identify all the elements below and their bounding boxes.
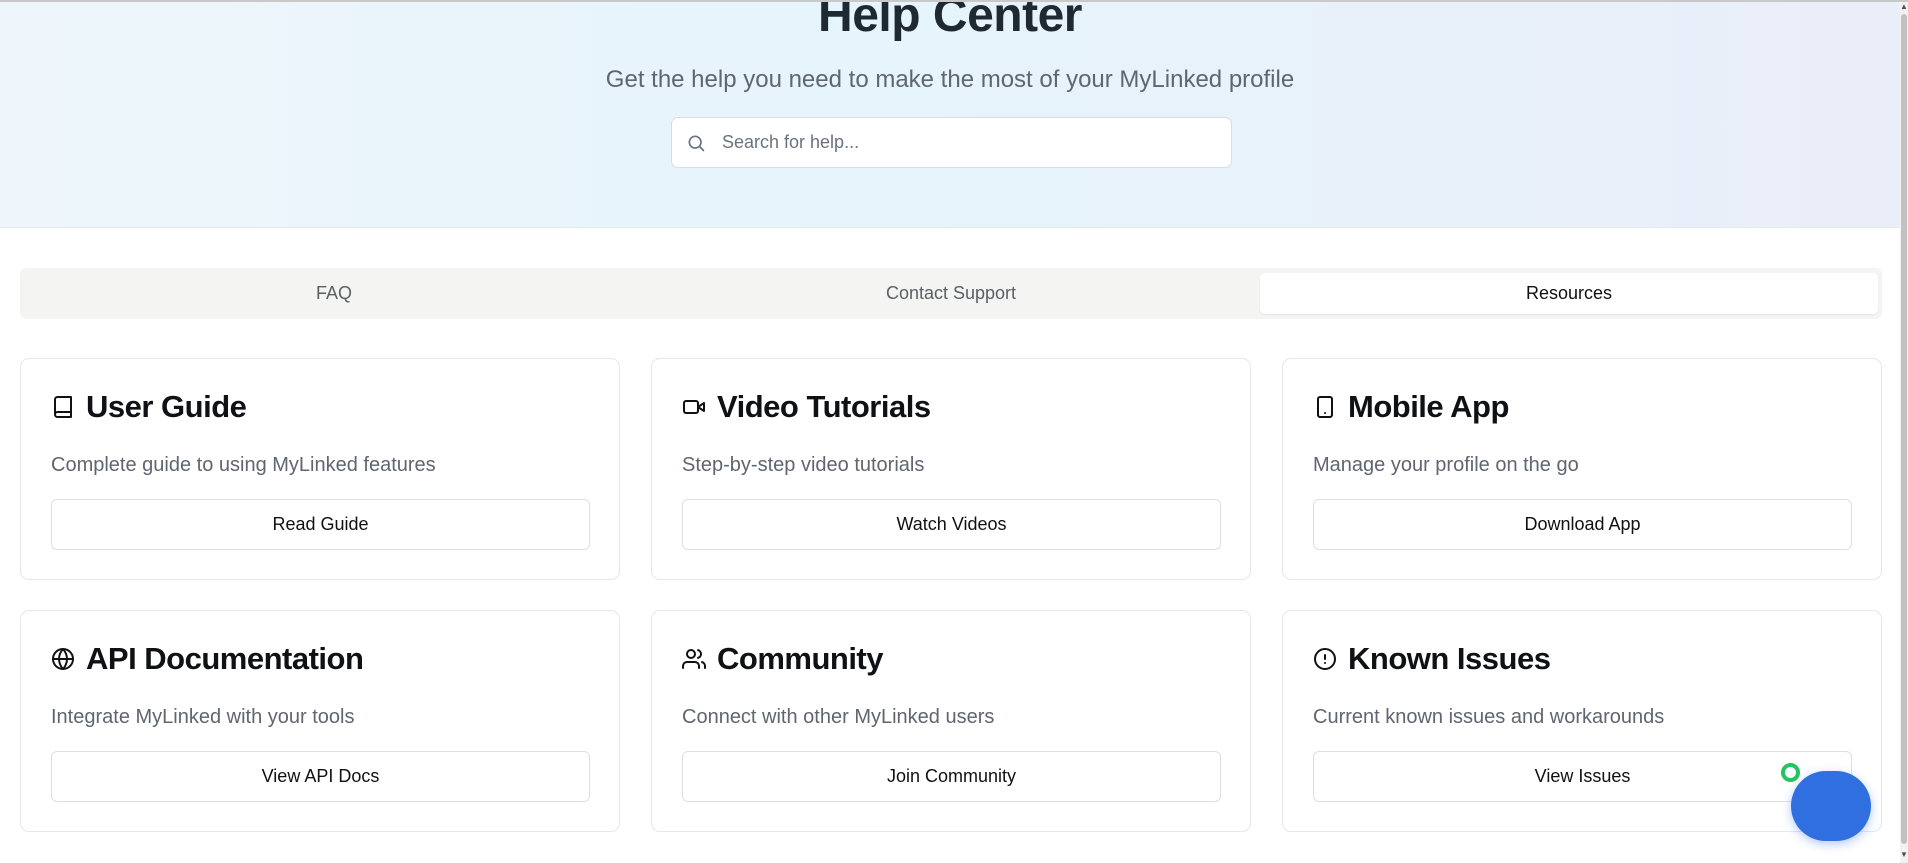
view-api-docs-button[interactable]: View API Docs bbox=[51, 751, 590, 802]
tab-resources[interactable]: Resources bbox=[1260, 273, 1878, 314]
chat-button[interactable] bbox=[1791, 771, 1871, 841]
read-guide-button[interactable]: Read Guide bbox=[51, 499, 590, 550]
card-header: Video Tutorials bbox=[682, 387, 931, 427]
scroll-down-arrow-icon[interactable]: ▼ bbox=[1900, 850, 1908, 860]
download-app-button[interactable]: Download App bbox=[1313, 499, 1852, 550]
card-title: Known Issues bbox=[1348, 641, 1551, 676]
help-tabs: FAQ Contact Support Resources bbox=[20, 268, 1882, 319]
resource-card-community: Community Connect with other MyLinked us… bbox=[651, 610, 1251, 832]
globe-icon bbox=[52, 648, 74, 670]
search-icon bbox=[688, 135, 705, 152]
online-status-indicator bbox=[1781, 763, 1800, 782]
hero-section: Help Center Get the help you need to mak… bbox=[0, 2, 1900, 228]
scroll-up-arrow-icon[interactable]: ▲ bbox=[1900, 2, 1908, 12]
page-title: Help Center bbox=[818, 2, 1082, 42]
card-header: User Guide bbox=[51, 387, 247, 427]
resource-card-video-tutorials: Video Tutorials Step-by-step video tutor… bbox=[651, 358, 1251, 580]
users-icon bbox=[682, 649, 706, 669]
card-description: Current known issues and workarounds bbox=[1313, 706, 1665, 728]
search-box[interactable] bbox=[671, 117, 1232, 168]
card-title: Mobile App bbox=[1348, 389, 1509, 424]
card-description: Connect with other MyLinked users bbox=[682, 706, 995, 728]
card-title: API Documentation bbox=[86, 641, 364, 676]
tab-contact-support[interactable]: Contact Support bbox=[642, 273, 1260, 314]
tab-faq[interactable]: FAQ bbox=[25, 273, 643, 314]
card-description: Integrate MyLinked with your tools bbox=[51, 706, 355, 728]
resource-card-api-documentation: API Documentation Integrate MyLinked wit… bbox=[20, 610, 620, 832]
card-header: Mobile App bbox=[1313, 387, 1509, 427]
search-input[interactable] bbox=[722, 118, 1222, 167]
card-description: Manage your profile on the go bbox=[1313, 454, 1579, 476]
join-community-button[interactable]: Join Community bbox=[682, 751, 1221, 802]
scrollbar-thumb[interactable] bbox=[1901, 14, 1907, 844]
card-title: User Guide bbox=[86, 389, 247, 424]
smartphone-icon bbox=[1317, 396, 1333, 418]
resource-card-user-guide: User Guide Complete guide to using MyLin… bbox=[20, 358, 620, 580]
card-description: Step-by-step video tutorials bbox=[682, 454, 925, 476]
card-title: Video Tutorials bbox=[717, 389, 931, 424]
book-icon bbox=[54, 396, 72, 418]
page-subtitle: Get the help you need to make the most o… bbox=[605, 66, 1295, 93]
resource-card-mobile-app: Mobile App Manage your profile on the go… bbox=[1282, 358, 1882, 580]
card-header: Known Issues bbox=[1313, 639, 1551, 679]
card-header: Community bbox=[682, 639, 884, 679]
video-icon bbox=[683, 400, 705, 414]
card-description: Complete guide to using MyLinked feature… bbox=[51, 454, 436, 476]
card-header: API Documentation bbox=[51, 639, 364, 679]
watch-videos-button[interactable]: Watch Videos bbox=[682, 499, 1221, 550]
alert-circle-icon bbox=[1314, 648, 1336, 670]
view-issues-button[interactable]: View Issues bbox=[1313, 751, 1852, 802]
card-title: Community bbox=[717, 641, 884, 676]
